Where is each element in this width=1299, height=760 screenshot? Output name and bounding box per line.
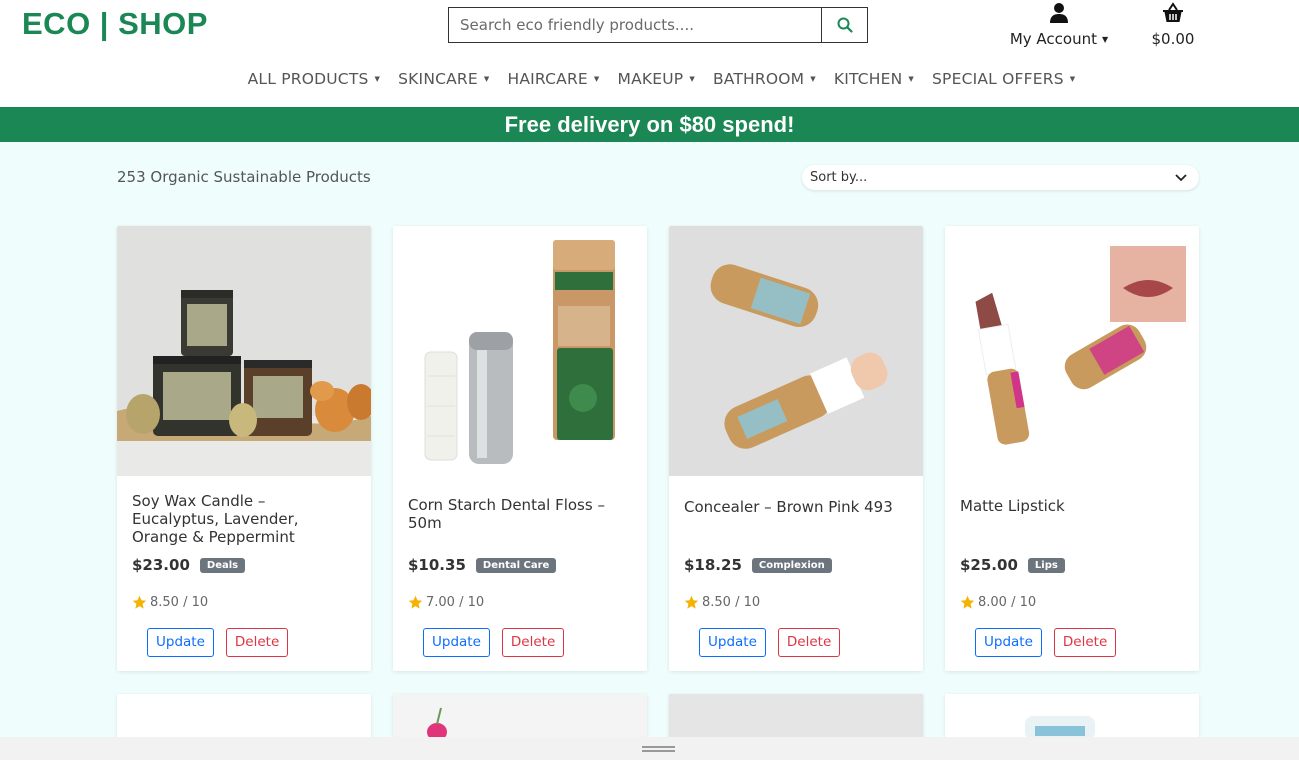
update-button[interactable]: Update [423,628,490,657]
category-badge[interactable]: Deals [199,557,246,573]
nav-label: SPECIAL OFFERS [932,70,1064,88]
price-value: $23.00 [132,556,190,574]
nav-label: HAIRCARE [507,70,588,88]
nav-label: SKINCARE [398,70,478,88]
sort-label: Sort by... [810,170,868,185]
account-label: My Account [1009,30,1097,48]
category-badge[interactable]: Lips [1027,557,1065,573]
nav-label: BATHROOM [712,70,805,88]
nav-label: ALL PRODUCTS [247,70,369,88]
rating-value: 8.50 / 10 [150,595,209,610]
product-card: Corn Starch Dental Floss – 50m $10.35 Den… [393,226,647,671]
caret-down-icon: ▼ [689,75,695,83]
category-badge[interactable]: Complexion [751,557,832,573]
delete-button[interactable]: Delete [501,628,565,657]
card-actions: Update Delete [975,628,1117,657]
nav-label: MAKEUP [617,70,684,88]
cart-button[interactable]: $0.00 [1145,2,1201,48]
product-price: $25.00 Lips [960,556,1065,574]
product-image[interactable] [393,226,647,476]
delete-button[interactable]: Delete [225,628,289,657]
product-rating: 8.50 / 10 [132,595,208,610]
search-input[interactable] [449,8,821,42]
product-rating: 7.00 / 10 [408,595,484,610]
search-bar [448,7,868,43]
product-card: Matte Lipstick $25.00 Lips 8.00 / 10 Upda… [945,226,1199,671]
caret-down-icon: ▼ [1102,35,1109,44]
caret-down-icon: ▼ [810,75,816,83]
card-actions: Update Delete [147,628,289,657]
search-icon [837,17,853,33]
price-value: $25.00 [960,556,1018,574]
card-actions: Update Delete [423,628,565,657]
star-icon [408,595,423,609]
main-nav: ALL PRODUCTS ▼ SKINCARE ▼ HAIRCARE ▼ MAKEUP… [0,70,1299,88]
update-button[interactable]: Update [147,628,214,657]
product-name[interactable]: Soy Wax Candle – Eucalyptus, Lavender, O… [132,492,357,546]
user-icon [1050,3,1068,23]
product-price: $18.25 Complexion [684,556,832,574]
cart-total: $0.00 [1151,30,1195,48]
product-card: Soy Wax Candle – Eucalyptus, Lavender, O… [117,226,371,671]
product-name[interactable]: Concealer – Brown Pink 493 [684,498,909,516]
basket-icon [1163,2,1183,22]
nav-kitchen[interactable]: KITCHEN ▼ [825,70,923,88]
nav-skincare[interactable]: SKINCARE ▼ [389,70,498,88]
caret-down-icon: ▼ [593,75,600,83]
caret-down-icon: ▼ [374,75,381,83]
product-name[interactable]: Matte Lipstick [960,497,1185,515]
card-actions: Update Delete [699,628,841,657]
search-button[interactable] [821,8,867,42]
price-value: $10.35 [408,556,466,574]
rating-value: 7.00 / 10 [426,595,485,610]
category-badge[interactable]: Dental Care [475,557,557,573]
chevron-down-icon [1175,165,1187,199]
product-image[interactable] [669,226,923,476]
star-icon [960,595,975,609]
nav-haircare[interactable]: HAIRCARE ▼ [499,70,609,88]
star-icon [132,595,147,609]
product-card: Concealer – Brown Pink 493 $18.25 Complex… [669,226,923,671]
product-rating: 8.00 / 10 [960,595,1036,610]
caret-down-icon: ▼ [908,75,914,83]
caret-down-icon: ▼ [1069,75,1076,83]
delivery-banner: Free delivery on $80 spend! [0,107,1299,142]
product-price: $23.00 Deals [132,556,246,574]
product-rating: 8.50 / 10 [684,595,760,610]
caret-down-icon: ▼ [483,75,490,83]
nav-makeup[interactable]: MAKEUP ▼ [609,70,704,88]
product-count: 253 Organic Sustainable Products [117,168,371,186]
update-button[interactable]: Update [975,628,1042,657]
product-image[interactable] [945,226,1199,476]
product-image[interactable] [117,226,371,476]
bottom-bar [0,737,1299,760]
rating-value: 8.50 / 10 [702,595,761,610]
product-name[interactable]: Corn Starch Dental Floss – 50m [408,496,633,532]
account-menu[interactable]: My Account ▼ [1004,2,1114,48]
product-price: $10.35 Dental Care [408,556,557,574]
drag-handle-icon[interactable] [642,746,675,752]
delete-button[interactable]: Delete [777,628,841,657]
site-header: ECO | SHOP My Account ▼ $0.00 ALL PRODUCT… [0,0,1299,107]
delete-button[interactable]: Delete [1053,628,1117,657]
star-icon [684,595,699,609]
price-value: $18.25 [684,556,742,574]
update-button[interactable]: Update [699,628,766,657]
sort-select[interactable]: Sort by... [802,165,1199,190]
site-logo[interactable]: ECO | SHOP [22,6,208,42]
nav-bathroom[interactable]: BATHROOM ▼ [704,70,825,88]
nav-all-products[interactable]: ALL PRODUCTS ▼ [239,70,390,88]
rating-value: 8.00 / 10 [978,595,1037,610]
nav-label: KITCHEN [833,70,903,88]
nav-special-offers[interactable]: SPECIAL OFFERS ▼ [923,70,1084,88]
